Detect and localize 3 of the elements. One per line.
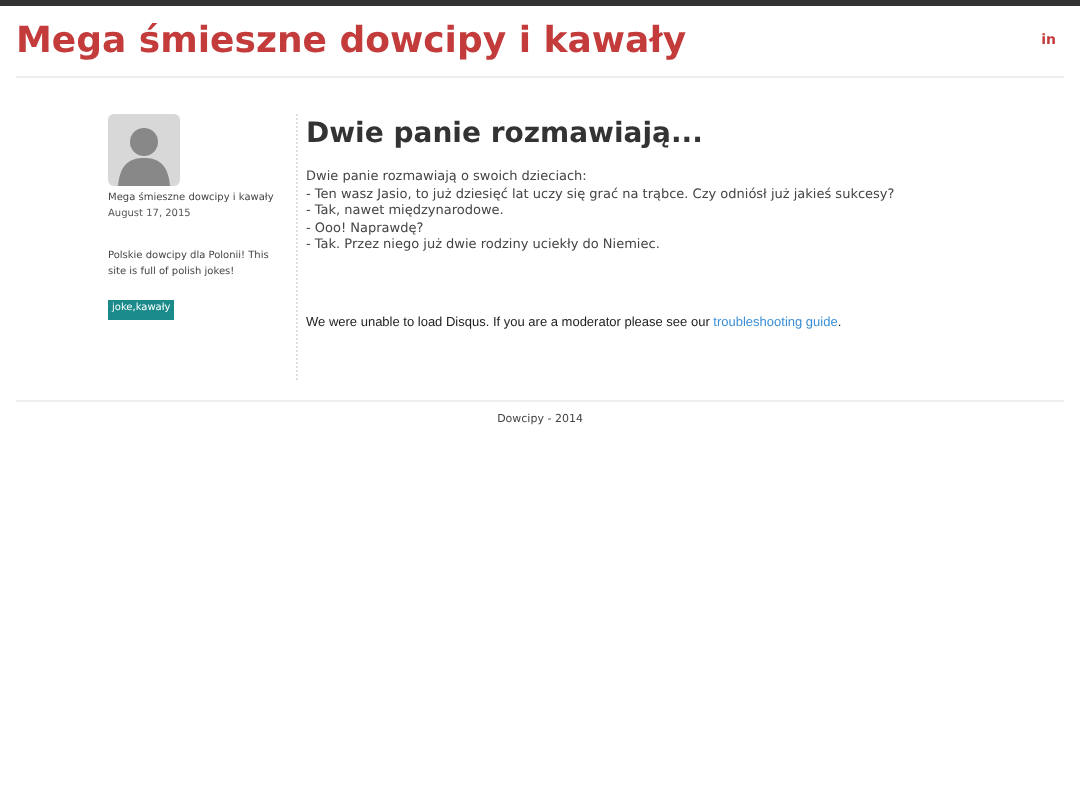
avatar-icon [108,114,180,186]
site-title[interactable]: Mega śmieszne dowcipy i kawały [16,23,687,59]
post-title: Dwie panie rozmawiają... [306,120,705,148]
